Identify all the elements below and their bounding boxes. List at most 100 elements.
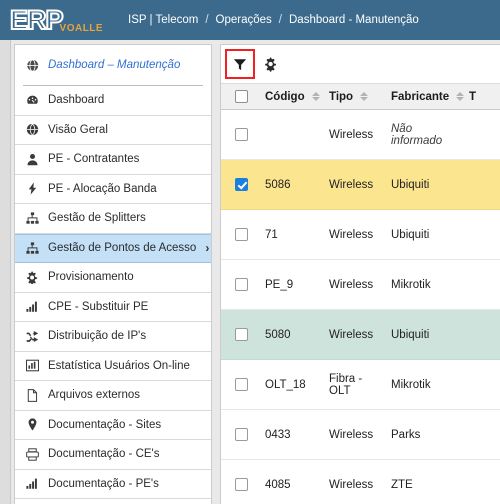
sidebar-header-label: Dashboard – Manutenção <box>48 59 181 71</box>
row-checkbox[interactable] <box>234 478 248 491</box>
sidebar-item-12[interactable]: Documentação - CE's <box>15 440 211 470</box>
user-icon <box>25 152 39 166</box>
row-checkbox[interactable] <box>234 278 248 291</box>
access-points-table: Código Tipo Fabricante T Wireless Não inform… <box>221 83 500 504</box>
sort-toggle-icon[interactable] <box>360 92 369 101</box>
row-checkbox[interactable] <box>234 178 248 191</box>
cell-fabricante: Ubiquiti <box>387 209 465 260</box>
chevron-right-icon: › <box>205 241 210 256</box>
table-row[interactable]: OLT_18 Fibra - OLT Mikrotik <box>221 359 500 410</box>
sidebar-item-3[interactable]: PE - Alocação Banda <box>15 175 211 204</box>
sidebar-item-label: PE - Contratantes <box>48 153 140 166</box>
sidebar-header[interactable]: Dashboard – Manutenção <box>15 45 211 85</box>
cell-codigo-value: 4085 <box>265 478 291 491</box>
breadcrumb: ISP | Telecom / Operações / Dashboard - … <box>128 14 419 26</box>
row-checkbox[interactable] <box>234 328 248 341</box>
table-row[interactable]: 71 Wireless Ubiquiti <box>221 209 500 260</box>
cell-tipo: Wireless <box>325 209 387 260</box>
breadcrumb-separator: / <box>278 14 282 26</box>
sidebar-item-2[interactable]: PE - Contratantes <box>15 145 211 175</box>
cell-tipo-value: Wireless <box>329 478 374 491</box>
sidebar-item-5[interactable]: Gestão de Pontos de Acesso › <box>15 233 211 263</box>
sidebar-item-14[interactable]: Documentação - CPE's <box>15 499 211 504</box>
cell-tipo-value: Wireless <box>329 328 374 341</box>
brand-logo[interactable]: ERP VOALLE <box>0 0 120 40</box>
cell-truncated <box>465 159 500 210</box>
cell-fabricante-value: Ubiquiti <box>391 228 430 241</box>
sidebar-item-1[interactable]: Visão Geral <box>15 116 211 145</box>
column-header-fabricante[interactable]: Fabricante <box>387 83 465 110</box>
table-row[interactable]: 5086 Wireless Ubiquiti <box>221 159 500 210</box>
sort-toggle-icon[interactable] <box>311 92 320 101</box>
row-checkbox[interactable] <box>234 228 248 241</box>
column-header-label: Código <box>265 90 305 103</box>
cell-codigo-value: PE_9 <box>265 278 294 291</box>
sidebar-item-7[interactable]: CPE - Substituir PE <box>15 293 211 322</box>
cell-fabricante-value: Ubiquiti <box>391 328 430 341</box>
cell-truncated <box>465 309 500 360</box>
grid-settings-button[interactable] <box>259 51 283 77</box>
cell-tipo-value: Wireless <box>329 278 374 291</box>
cell-codigo: 5080 <box>261 309 325 360</box>
sidebar-item-label: Gestão de Splitters <box>48 212 146 225</box>
column-header-codigo[interactable]: Código <box>261 83 325 110</box>
sidebar-item-label: Gestão de Pontos de Acesso <box>48 242 197 255</box>
sidebar-item-11[interactable]: Documentação - Sites <box>15 411 211 440</box>
sidebar-item-0[interactable]: Dashboard <box>15 86 211 116</box>
table-row[interactable]: 0433 Wireless Parks <box>221 409 500 460</box>
row-checkbox[interactable] <box>234 428 248 441</box>
breadcrumb-separator: / <box>205 14 209 26</box>
application-window: ERP VOALLE ISP | Telecom / Operações / D… <box>0 0 500 504</box>
table-row[interactable]: 5080 Wireless Ubiquiti <box>221 309 500 360</box>
sidebar-item-label: PE - Alocação Banda <box>48 182 157 195</box>
cell-tipo: Wireless <box>325 409 387 460</box>
sidebar-item-label: Provisionamento <box>48 271 134 284</box>
cell-truncated <box>465 359 500 410</box>
row-checkbox[interactable] <box>234 128 248 141</box>
sidebar-item-8[interactable]: Distribuição de IP's <box>15 322 211 352</box>
sidebar-item-13[interactable]: Documentação - PE's <box>15 470 211 499</box>
table-head: Código Tipo Fabricante T <box>221 83 500 110</box>
table-row[interactable]: 4085 Wireless ZTE <box>221 459 500 504</box>
sort-toggle-icon[interactable] <box>456 92 465 101</box>
select-all-checkbox[interactable] <box>234 90 248 103</box>
cell-codigo-value: 0433 <box>265 428 291 441</box>
sidebar-item-6[interactable]: Provisionamento <box>15 263 211 293</box>
breadcrumb-item-2[interactable]: Dashboard - Manutenção <box>289 14 419 26</box>
row-select-cell <box>221 109 261 160</box>
cell-codigo: PE_9 <box>261 259 325 310</box>
cell-fabricante: Ubiquiti <box>387 159 465 210</box>
filter-button[interactable] <box>225 49 255 79</box>
map-pin-icon <box>25 418 39 432</box>
cell-fabricante-value: Mikrotik <box>391 378 431 391</box>
sidebar-item-9[interactable]: Estatística Usuários On-line <box>15 352 211 381</box>
cell-codigo <box>261 109 325 160</box>
cell-codigo-value: 5080 <box>265 328 291 341</box>
gear-icon <box>264 57 278 72</box>
column-header-label: T <box>469 90 477 103</box>
sitemap-icon <box>25 241 39 255</box>
row-select-cell <box>221 409 261 460</box>
filter-funnel-icon <box>233 57 247 71</box>
grid-toolbar <box>221 45 500 83</box>
breadcrumb-item-0[interactable]: ISP | Telecom <box>128 14 198 26</box>
table-row[interactable]: PE_9 Wireless Mikrotik <box>221 259 500 310</box>
row-select-cell <box>221 209 261 260</box>
cell-fabricante-value: Não informado <box>391 122 443 147</box>
cell-codigo: 71 <box>261 209 325 260</box>
cell-codigo-value: 71 <box>265 228 278 241</box>
row-checkbox[interactable] <box>234 378 248 391</box>
cell-fabricante-value: Parks <box>391 428 421 441</box>
cell-fabricante-value: Ubiquiti <box>391 178 430 191</box>
globe-icon <box>25 123 39 137</box>
breadcrumb-item-1[interactable]: Operações <box>216 14 272 26</box>
gear-icon <box>25 270 39 284</box>
column-header-tipo[interactable]: Tipo <box>325 83 387 110</box>
globe-icon <box>25 58 39 72</box>
cell-codigo-value: OLT_18 <box>265 378 306 391</box>
printer-icon <box>25 447 39 461</box>
sidebar-item-4[interactable]: Gestão de Splitters <box>15 204 211 234</box>
table-row[interactable]: Wireless Não informado <box>221 109 500 160</box>
sidebar-item-10[interactable]: Arquivos externos <box>15 381 211 411</box>
sitemap-icon <box>25 211 39 225</box>
